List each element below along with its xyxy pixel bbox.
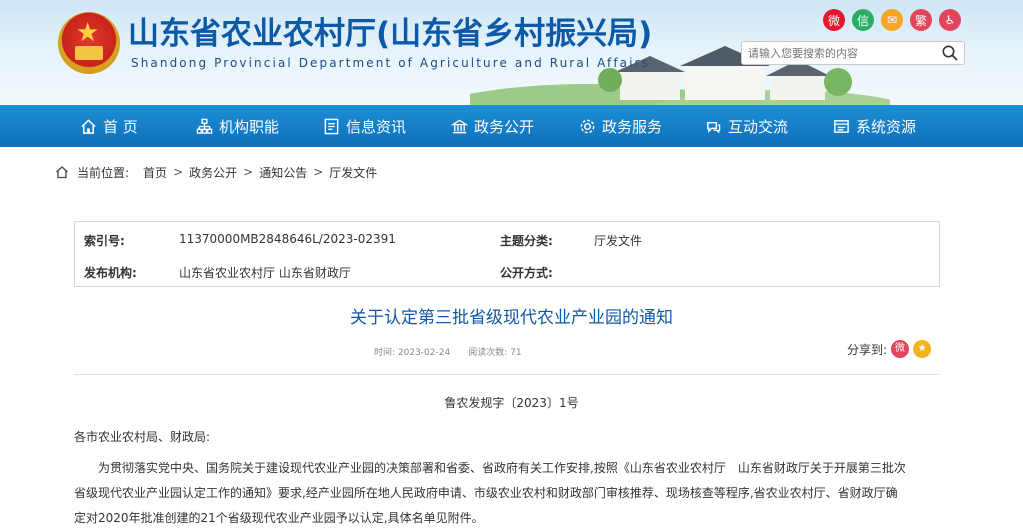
nav-system-resources[interactable]: 系统资源: [833, 105, 916, 147]
national-emblem: ★: [58, 12, 120, 74]
breadcrumb-separator: >: [173, 165, 184, 179]
index-value: 11370000MB2848646L/2023-02391: [179, 232, 396, 246]
document-number: 鲁农发规字〔2023〕1号: [444, 396, 579, 410]
document-info-table: 索引号: 11370000MB2848646L/2023-02391 主题分类:…: [74, 221, 940, 287]
article-meta: 时间: 2023-02-24 阅读次数: 71: [374, 345, 522, 358]
share-bar: 分享到: 微 ★: [847, 340, 932, 358]
weibo-icon[interactable]: 微: [823, 9, 845, 31]
traditional-chinese-button[interactable]: 繁: [910, 9, 932, 31]
site-header: ★ 山东省农业农村厅(山东省乡村振兴局) Shandong Provincial…: [0, 0, 1023, 105]
home-icon: [81, 118, 96, 134]
nav-gov-service[interactable]: 政务服务: [579, 105, 662, 147]
divider: [74, 374, 940, 375]
search-box: [741, 41, 965, 65]
interact-icon: [707, 121, 721, 134]
social-links: 微 信 ✉ 繁 ♿: [823, 9, 961, 31]
view-count: 阅读次数: 71: [468, 348, 522, 358]
publish-time: 时间: 2023-02-24: [374, 348, 451, 358]
publisher-label: 发布机构:: [84, 266, 137, 280]
main-nav: 首 页 机构职能 信息资讯 政务公开 政务服务 互动交流 系统资源: [0, 105, 1023, 147]
info-icon: [324, 118, 339, 134]
topic-label: 主题分类:: [500, 234, 553, 248]
disclosure-label: 公开方式:: [500, 266, 553, 280]
article-paragraph: 为贯彻落实党中央、国务院关于建设现代农业产业园的决策部署和省委、省政府有关工作安…: [74, 456, 944, 531]
paragraph-line: 定对2020年批准创建的21个省级现代农业产业园予以认定,具体名单见附件。: [74, 511, 484, 525]
paragraph-line: 为贯彻落实党中央、国务院关于建设现代农业产业园的决策部署和省委、省政府有关工作安…: [98, 461, 906, 475]
paragraph-line: 省级现代农业产业园认定工作的通知》要求,经产业园所在地人民政府申请、市级农业农村…: [74, 486, 898, 500]
topic-value: 厅发文件: [594, 234, 643, 248]
article-title: 关于认定第三批省级现代农业产业园的通知: [350, 308, 673, 328]
gov-open-icon: [451, 119, 468, 133]
wechat-icon[interactable]: 信: [852, 9, 874, 31]
share-label: 分享到:: [847, 342, 888, 357]
search-input[interactable]: [742, 42, 938, 65]
breadcrumb-separator: >: [243, 165, 254, 179]
breadcrumb-separator: >: [313, 165, 324, 179]
nav-interaction[interactable]: 互动交流: [705, 105, 788, 147]
breadcrumb-notices[interactable]: 通知公告: [259, 164, 307, 181]
home-icon: [56, 166, 68, 179]
mail-icon[interactable]: ✉: [881, 9, 903, 31]
search-icon[interactable]: [941, 44, 959, 62]
breadcrumb-prefix: 当前位置:: [77, 165, 130, 180]
nav-gov-open[interactable]: 政务公开: [451, 105, 534, 147]
site-title[interactable]: 山东省农业农村厅(山东省乡村振兴局): [128, 8, 652, 53]
service-icon: [580, 119, 595, 133]
system-icon: [834, 119, 849, 133]
publisher-value: 山东省农业农村厅 山东省财政厅: [179, 266, 351, 280]
share-weibo-icon[interactable]: 微: [891, 340, 910, 358]
breadcrumb-gov-open[interactable]: 政务公开: [189, 164, 237, 181]
site-subtitle: Shandong Provincial Department of Agricu…: [131, 56, 650, 70]
breadcrumb-department-docs[interactable]: 厅发文件: [329, 164, 377, 181]
breadcrumb: 当前位置: 首页 > 政务公开 > 通知公告 > 厅发文件: [55, 162, 377, 182]
index-label: 索引号:: [84, 234, 125, 248]
nav-home[interactable]: 首 页: [80, 105, 138, 147]
org-icon: [196, 118, 213, 134]
share-qzone-icon[interactable]: ★: [913, 340, 932, 358]
breadcrumb-home[interactable]: 首页: [143, 164, 167, 181]
nav-organization[interactable]: 机构职能: [196, 105, 279, 147]
salutation: 各市农业农村局、财政局:: [74, 430, 211, 444]
nav-information[interactable]: 信息资讯: [323, 105, 406, 147]
accessibility-icon[interactable]: ♿: [939, 9, 961, 31]
